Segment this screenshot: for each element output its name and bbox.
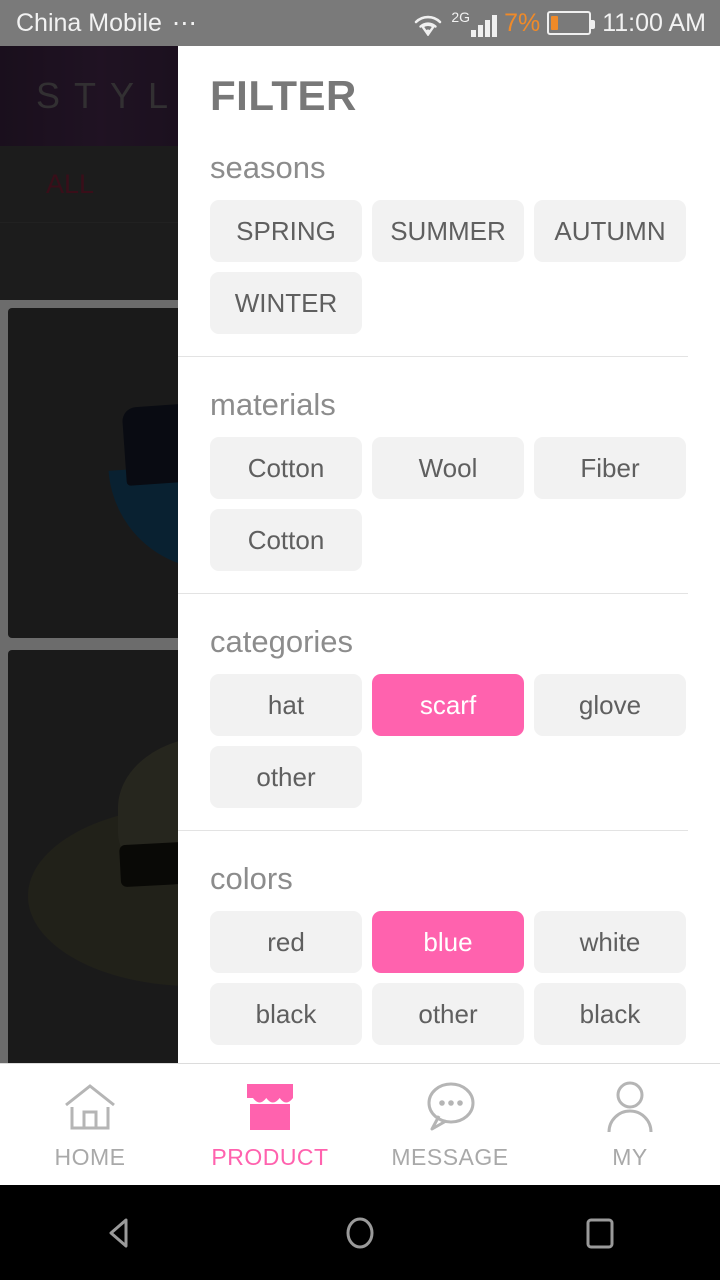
network-type-label: 2G (451, 9, 471, 25)
chip-categories-glove[interactable]: glove (534, 674, 686, 736)
carrier-group: China Mobile ⋯ (16, 8, 198, 38)
battery-percent-label: 7% (504, 8, 541, 37)
chip-materials-wool[interactable]: Wool (372, 437, 524, 499)
chip-seasons-spring[interactable]: SPRING (210, 200, 362, 262)
section-label-seasons: seasons (210, 150, 326, 185)
chip-group-colors: red blue white black other black (210, 911, 690, 1045)
chip-categories-hat[interactable]: hat (210, 674, 362, 736)
tab-product-label: PRODUCT (211, 1144, 329, 1170)
bottom-tab-bar: HOME PRODUCT MESSAGE MY (0, 1063, 720, 1185)
shop-icon (241, 1078, 299, 1136)
chat-bubble-icon (421, 1078, 479, 1136)
chip-colors-black[interactable]: black (210, 983, 362, 1045)
chip-colors-red[interactable]: red (210, 911, 362, 973)
back-triangle-icon[interactable] (60, 1185, 180, 1280)
status-bar: China Mobile ⋯ 2G 7% 11:00 AM (0, 0, 720, 46)
filter-section-materials: materials Cotton Wool Fiber Cotton (178, 357, 720, 571)
chip-materials-cotton[interactable]: Cotton (210, 437, 362, 499)
android-navigation-bar (0, 1185, 720, 1280)
home-circle-icon[interactable] (300, 1185, 420, 1280)
recents-square-icon[interactable] (540, 1185, 660, 1280)
section-label-colors: colors (210, 861, 293, 896)
phone-screen: China Mobile ⋯ 2G 7% 11:00 AM FILTER sea… (0, 0, 720, 1280)
chip-materials-cotton[interactable]: Cotton (210, 509, 362, 571)
cell-signal-icon: 2G (451, 9, 498, 37)
filter-sections: seasons SPRING SUMMER AUTUMN WINTER materials… (178, 120, 720, 1045)
tab-home-label: HOME (54, 1144, 126, 1170)
chip-categories-other[interactable]: other (210, 746, 362, 808)
page-title: FILTER (210, 72, 357, 119)
section-label-categories: categories (210, 624, 354, 659)
chip-colors-white[interactable]: white (534, 911, 686, 973)
chip-colors-black[interactable]: black (534, 983, 686, 1045)
filter-section-seasons: seasons SPRING SUMMER AUTUMN WINTER (178, 120, 720, 334)
chip-categories-scarf-selected[interactable]: scarf (372, 674, 524, 736)
chip-seasons-autumn[interactable]: AUTUMN (534, 200, 686, 262)
battery-fill (551, 16, 559, 30)
chip-seasons-winter[interactable]: WINTER (210, 272, 362, 334)
chip-materials-fiber[interactable]: Fiber (534, 437, 686, 499)
chip-colors-other[interactable]: other (372, 983, 524, 1045)
overflow-dots-icon: ⋯ (171, 9, 198, 37)
chip-colors-blue-selected[interactable]: blue (372, 911, 524, 973)
tab-message[interactable]: MESSAGE (360, 1078, 540, 1171)
chip-group-seasons: SPRING SUMMER AUTUMN WINTER (210, 200, 690, 334)
section-label-materials: materials (210, 387, 336, 422)
tab-product[interactable]: PRODUCT (180, 1078, 360, 1171)
filter-section-categories: categories hat scarf glove other (178, 594, 720, 808)
wifi-icon (412, 10, 444, 37)
tab-my[interactable]: MY (540, 1078, 720, 1171)
filter-panel: FILTER seasons SPRING SUMMER AUTUMN WINTER ma… (178, 46, 720, 1063)
home-icon (61, 1078, 119, 1136)
chip-seasons-summer[interactable]: SUMMER (372, 200, 524, 262)
carrier-name: China Mobile (16, 9, 162, 37)
signal-bars-icon (471, 15, 498, 37)
filter-section-colors: colors red blue white black other black (178, 831, 720, 1045)
chip-group-materials: Cotton Wool Fiber Cotton (210, 437, 690, 571)
tab-my-label: MY (612, 1144, 648, 1170)
chip-group-categories: hat scarf glove other (210, 674, 690, 808)
tab-home[interactable]: HOME (0, 1078, 180, 1171)
person-icon (601, 1078, 659, 1136)
status-icons: 2G 7% 11:00 AM (412, 9, 706, 38)
battery-icon (547, 11, 596, 35)
tab-message-label: MESSAGE (391, 1144, 509, 1170)
clock-label: 11:00 AM (602, 8, 706, 37)
